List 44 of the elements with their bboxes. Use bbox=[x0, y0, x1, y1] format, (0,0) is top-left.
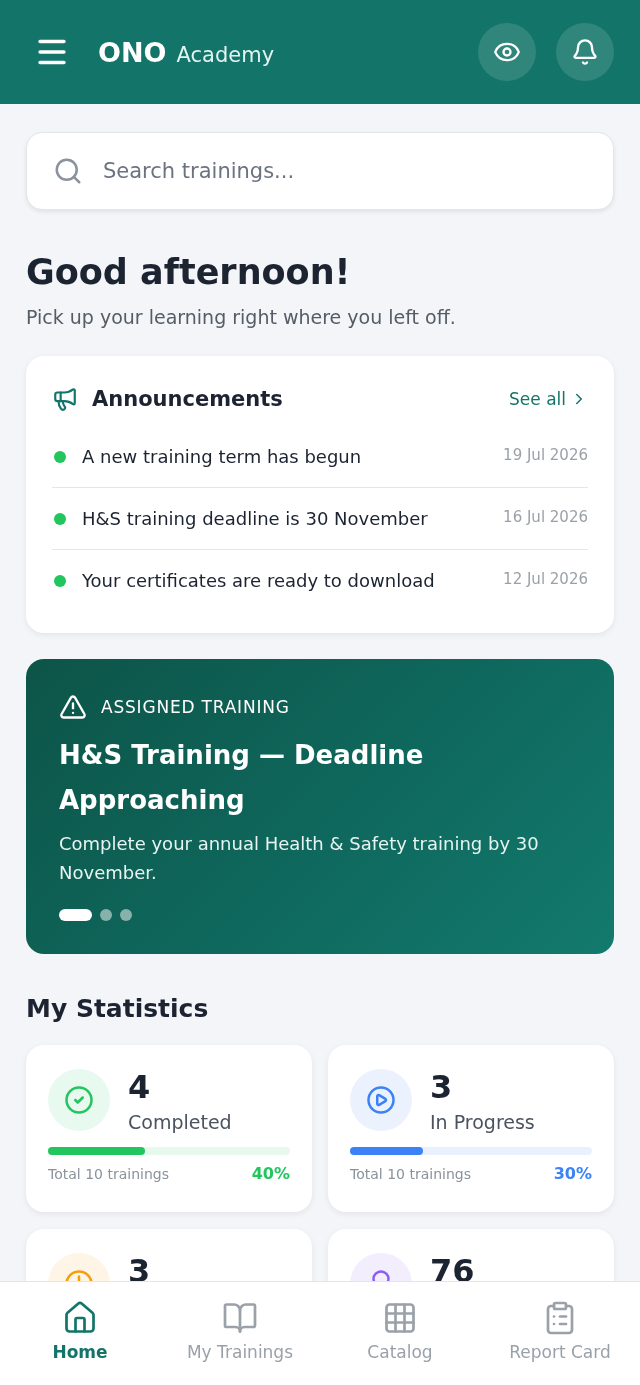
bell-icon bbox=[571, 38, 599, 66]
stat-total: Total 10 trainings bbox=[350, 1165, 471, 1182]
announcement-text[interactable]: Your certificates are ready to download bbox=[82, 570, 488, 591]
stat-label: Completed bbox=[128, 1111, 232, 1133]
check-circle-icon bbox=[64, 1085, 94, 1115]
search-icon bbox=[53, 156, 83, 186]
announcement-text[interactable]: A new training term has begun bbox=[82, 446, 488, 467]
status-dot bbox=[54, 450, 66, 463]
search-bar[interactable]: Search trainings... bbox=[26, 132, 614, 210]
announcement-date: 12 Jul 2026 bbox=[503, 570, 588, 588]
book-icon bbox=[222, 1300, 258, 1336]
megaphone-icon bbox=[52, 386, 78, 412]
greeting-subtitle: Pick up your learning right where you left off. bbox=[26, 306, 457, 328]
stat-value: 3 bbox=[430, 1069, 454, 1105]
banner-tag: ASSIGNED TRAINING bbox=[101, 697, 290, 717]
stat-percent: 30% bbox=[553, 1164, 592, 1183]
greeting-title: Good afternoon! bbox=[26, 252, 352, 292]
stat-value: 76 bbox=[430, 1253, 475, 1289]
announcement-text[interactable]: H&S training deadline is 30 November bbox=[82, 508, 488, 529]
banner-text: Complete your annual Health & Safety training by 30 November. bbox=[59, 832, 540, 885]
stat-label: In Progress bbox=[430, 1111, 535, 1133]
announcements-title: Announcements bbox=[92, 387, 284, 411]
stat-total: Total 10 trainings bbox=[48, 1165, 169, 1182]
announcement-date: 16 Jul 2026 bbox=[503, 508, 588, 526]
banner-title: H&S Training — Deadline Approaching bbox=[59, 739, 425, 817]
announcement-date: 19 Jul 2026 bbox=[503, 446, 588, 464]
search-field[interactable]: Search trainings... bbox=[101, 158, 587, 184]
see-all-link[interactable]: See all bbox=[509, 389, 588, 409]
status-dot bbox=[54, 512, 66, 525]
warning-icon bbox=[59, 693, 87, 721]
grid-icon bbox=[382, 1300, 418, 1336]
brand-subtitle: Academy bbox=[176, 42, 275, 67]
nav-tab[interactable]: Home bbox=[0, 1300, 160, 1362]
training-banner[interactable]: ASSIGNED TRAINING H&S Training — Deadline Approaching Complete your annual Health & Safety training by 30 November. bbox=[26, 659, 614, 954]
play-circle-icon bbox=[366, 1085, 396, 1115]
stat-value: 3 bbox=[128, 1253, 151, 1289]
carousel-dot[interactable] bbox=[120, 909, 132, 921]
statistics-title: My Statistics bbox=[26, 994, 210, 1023]
status-dot bbox=[54, 574, 66, 587]
home-icon bbox=[62, 1300, 98, 1336]
stat-value: 4 bbox=[128, 1069, 152, 1105]
brand-name: ONO bbox=[98, 36, 167, 68]
stat-percent: 40% bbox=[251, 1164, 290, 1183]
carousel-dot[interactable] bbox=[100, 909, 112, 921]
